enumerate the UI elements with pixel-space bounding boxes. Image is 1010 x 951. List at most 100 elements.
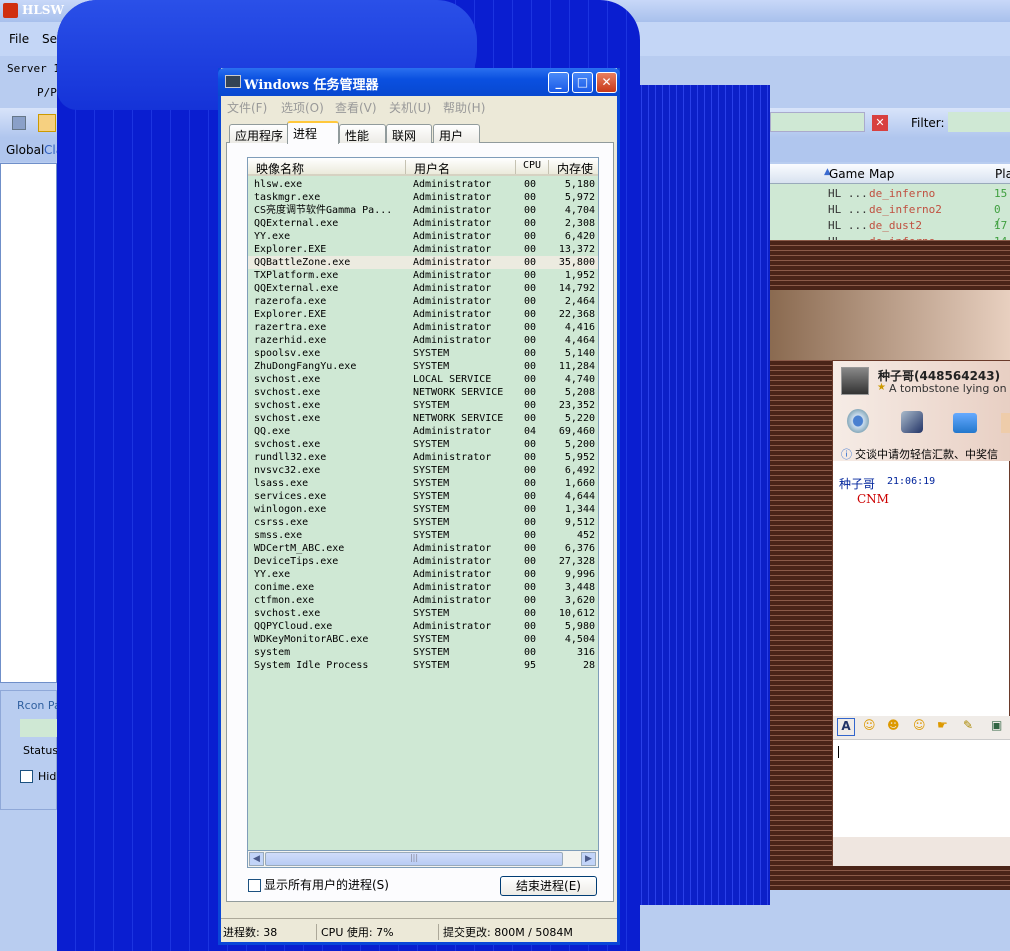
- col-map[interactable]: Map: [869, 167, 894, 181]
- server-map[interactable]: de_inferno2: [869, 203, 942, 216]
- process-row[interactable]: QQ.exe Administrator 04 69,460: [248, 425, 598, 438]
- checkbox-box[interactable]: [248, 879, 261, 892]
- col-image-name[interactable]: 映像名称: [248, 160, 406, 176]
- process-row[interactable]: YY.exe Administrator 00 6,420: [248, 230, 598, 243]
- process-row[interactable]: razerhid.exe Administrator 00 4,464: [248, 334, 598, 347]
- process-row[interactable]: svchost.exe SYSTEM 00 10,612: [248, 607, 598, 620]
- process-row[interactable]: nvsvc32.exe SYSTEM 00 6,492: [248, 464, 598, 477]
- menu-help[interactable]: 帮助(H): [443, 99, 485, 116]
- process-row[interactable]: svchost.exe LOCAL SERVICE 00 4,740: [248, 373, 598, 386]
- process-row[interactable]: svchost.exe NETWORK SERVICE 00 5,208: [248, 386, 598, 399]
- process-row[interactable]: svchost.exe SYSTEM 00 5,200: [248, 438, 598, 451]
- server-players[interactable]: 17: [994, 219, 1007, 232]
- process-row[interactable]: ZhuDongFangYu.exe SYSTEM 00 11,284: [248, 360, 598, 373]
- font-icon[interactable]: A: [837, 718, 855, 736]
- server-game[interactable]: HL ...: [828, 187, 868, 200]
- tab-processes[interactable]: 进程: [287, 121, 339, 144]
- process-row[interactable]: spoolsv.exe SYSTEM 00 5,140: [248, 347, 598, 360]
- process-row[interactable]: System Idle Process SYSTEM 95 28: [248, 659, 598, 672]
- doodle-icon[interactable]: ✎: [963, 718, 973, 732]
- col-memory[interactable]: 内存使: [549, 160, 598, 174]
- image-icon[interactable]: ▣: [991, 718, 1002, 732]
- tab-networking[interactable]: 联网: [386, 124, 432, 143]
- process-cpu: 00: [524, 218, 537, 229]
- process-row[interactable]: svchost.exe NETWORK SERVICE 00 5,220: [248, 412, 598, 425]
- minimize-button[interactable]: _: [548, 72, 569, 93]
- process-row[interactable]: rundll32.exe Administrator 00 5,952: [248, 451, 598, 464]
- menu-view[interactable]: 查看(V): [335, 99, 377, 116]
- server-map[interactable]: de_dust2: [869, 219, 922, 232]
- emoji-icon[interactable]: ☺: [863, 718, 876, 732]
- process-row[interactable]: QQExternal.exe Administrator 00 2,308: [248, 217, 598, 230]
- scroll-right-icon[interactable]: ▶: [581, 852, 596, 866]
- show-all-users-checkbox[interactable]: 显示所有用户的进程(S): [248, 876, 389, 893]
- tab-applications[interactable]: 应用程序: [229, 124, 290, 143]
- menu-shutdown[interactable]: 关机(U): [389, 99, 431, 116]
- scroll-thumb[interactable]: |||: [265, 852, 563, 866]
- col-players[interactable]: Pla: [995, 167, 1010, 181]
- col-user-name[interactable]: 用户名: [406, 160, 516, 176]
- process-row[interactable]: conime.exe Administrator 00 3,448: [248, 581, 598, 594]
- more-icon[interactable]: [1001, 413, 1010, 433]
- process-row[interactable]: svchost.exe SYSTEM 00 23,352: [248, 399, 598, 412]
- process-row[interactable]: smss.exe SYSTEM 00 452: [248, 529, 598, 542]
- process-list[interactable]: 映像名称 用户名 CPU 内存使 hlsw.exe Administrator 00…: [247, 157, 599, 852]
- server-combo[interactable]: [770, 112, 865, 132]
- process-row[interactable]: DeviceTips.exe Administrator 00 27,328: [248, 555, 598, 568]
- process-row[interactable]: ctfmon.exe Administrator 00 3,620: [248, 594, 598, 607]
- menu-file[interactable]: File: [9, 32, 29, 46]
- tab-performance[interactable]: 性能: [339, 124, 386, 143]
- process-row[interactable]: Explorer.EXE Administrator 00 22,368: [248, 308, 598, 321]
- rcon-password-input[interactable]: [20, 719, 57, 737]
- menu-se[interactable]: Se: [42, 32, 57, 46]
- process-row[interactable]: razertra.exe Administrator 00 4,416: [248, 321, 598, 334]
- process-row[interactable]: QQBattleZone.exe Administrator 00 35,800: [248, 256, 598, 269]
- process-row[interactable]: services.exe SYSTEM 00 4,644: [248, 490, 598, 503]
- hide-checkbox[interactable]: [20, 770, 33, 783]
- process-row[interactable]: system SYSTEM 00 316: [248, 646, 598, 659]
- process-row[interactable]: winlogon.exe SYSTEM 00 1,344: [248, 503, 598, 516]
- process-row[interactable]: hlsw.exe Administrator 00 5,180: [248, 178, 598, 191]
- process-row[interactable]: YY.exe Administrator 00 9,996: [248, 568, 598, 581]
- process-row[interactable]: QQExternal.exe Administrator 00 14,792: [248, 282, 598, 295]
- tab-global[interactable]: Global: [6, 143, 44, 157]
- process-cpu: 00: [524, 517, 537, 528]
- play-icon[interactable]: [12, 116, 26, 130]
- col-cpu[interactable]: CPU: [516, 160, 549, 174]
- process-row[interactable]: TXPlatform.exe Administrator 00 1,952: [248, 269, 598, 282]
- magic-emoji-icon[interactable]: ☻: [887, 718, 900, 732]
- process-row[interactable]: lsass.exe SYSTEM 00 1,660: [248, 477, 598, 490]
- server-game[interactable]: HL ...: [828, 219, 868, 232]
- process-row[interactable]: razerofa.exe Administrator 00 2,464: [248, 295, 598, 308]
- server-tree[interactable]: [0, 163, 57, 683]
- process-row[interactable]: QQPYCloud.exe Administrator 00 5,980: [248, 620, 598, 633]
- server-players[interactable]: 15: [994, 187, 1007, 200]
- clear-icon[interactable]: ✕: [872, 115, 888, 131]
- process-row[interactable]: csrss.exe SYSTEM 00 9,512: [248, 516, 598, 529]
- process-row[interactable]: WDCertM_ABC.exe Administrator 00 6,376: [248, 542, 598, 555]
- filter-input[interactable]: [948, 112, 1010, 132]
- server-map[interactable]: de_inferno: [869, 187, 935, 200]
- shake-icon[interactable]: ☺: [913, 718, 926, 732]
- process-row[interactable]: WDKeyMonitorABC.exe SYSTEM 00 4,504: [248, 633, 598, 646]
- avatar[interactable]: [841, 367, 869, 395]
- gesture-icon[interactable]: ☛: [937, 718, 948, 732]
- search-icon[interactable]: [38, 114, 56, 132]
- menu-options[interactable]: 选项(O): [281, 99, 324, 116]
- server-game[interactable]: HL ...: [828, 203, 868, 216]
- maximize-button[interactable]: □: [572, 72, 593, 93]
- process-row[interactable]: CS亮度调节软件Gamma Pa... Administrator 00 4,704: [248, 204, 598, 217]
- process-row[interactable]: taskmgr.exe Administrator 00 5,972: [248, 191, 598, 204]
- menu-file[interactable]: 文件(F): [227, 99, 267, 116]
- file-transfer-icon[interactable]: [953, 413, 977, 433]
- col-game[interactable]: Game: [829, 167, 865, 181]
- scroll-left-icon[interactable]: ◀: [249, 852, 264, 866]
- end-process-button[interactable]: 结束进程(E): [500, 876, 597, 896]
- tab-users[interactable]: 用户: [433, 124, 480, 143]
- message-input[interactable]: [833, 739, 1010, 837]
- process-row[interactable]: Explorer.EXE Administrator 00 13,372: [248, 243, 598, 256]
- webcam-icon[interactable]: [847, 409, 869, 433]
- close-button[interactable]: ✕: [596, 72, 617, 93]
- microphone-icon[interactable]: [901, 411, 923, 433]
- horizontal-scrollbar[interactable]: ◀ ||| ▶: [247, 850, 599, 868]
